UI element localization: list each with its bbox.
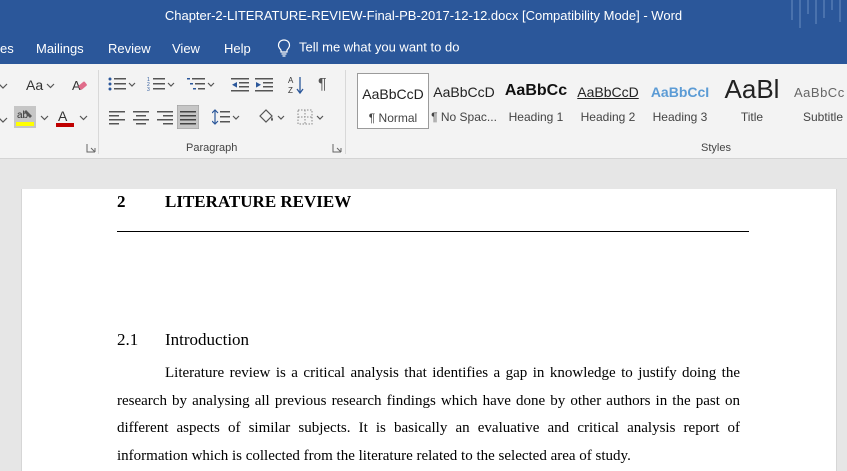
style-normal[interactable]: AaBbCcD ¶ Normal <box>357 73 429 129</box>
line-spacing-button[interactable] <box>211 109 240 130</box>
chevron-down-icon <box>277 115 285 120</box>
ribbon-tabs: es Mailings Review View Help Tell me wha… <box>0 34 847 64</box>
style-sample: AaBbCcD <box>362 86 424 102</box>
style-name: ¶ No Spac... <box>431 110 497 124</box>
tab-help[interactable]: Help <box>224 41 251 56</box>
font-color-icon: A <box>56 108 74 127</box>
heading-1-number: 2 <box>117 192 126 211</box>
svg-text:A: A <box>58 108 68 124</box>
style-name: ¶ Normal <box>368 111 418 125</box>
style-sample: AaBbCcI <box>650 84 710 100</box>
align-center-icon[interactable] <box>133 111 149 125</box>
style-name: Subtitle <box>803 110 844 124</box>
tab-mailings[interactable]: Mailings <box>36 41 84 56</box>
multilevel-list-button[interactable] <box>187 76 215 97</box>
heading-1-text: LITERATURE REVIEW <box>165 192 352 211</box>
show-formatting-marks-icon[interactable]: ¶ <box>318 76 327 94</box>
tell-me-search[interactable]: Tell me what you want to do <box>277 39 459 57</box>
heading-divider <box>117 231 749 232</box>
style-heading-1[interactable]: AaBbCc Heading 1 <box>501 72 571 132</box>
highlight-color-button[interactable]: ab <box>14 106 49 133</box>
heading-2-number: 2.1 <box>117 330 139 349</box>
svg-text:3: 3 <box>147 87 150 92</box>
tab-references-truncated[interactable]: es <box>0 41 14 56</box>
window-title: Chapter-2-LITERATURE-REVIEW-Final-PB-201… <box>164 8 683 23</box>
styles-group-label: Styles <box>701 142 731 154</box>
group-separator <box>345 70 346 154</box>
paragraph-group-label: Paragraph <box>186 142 238 154</box>
chevron-down-icon <box>316 115 324 120</box>
chevron-down-icon <box>128 82 136 87</box>
clear-formatting-icon[interactable]: A <box>71 77 89 95</box>
bullets-button[interactable] <box>108 76 136 97</box>
numbering-button[interactable]: 1 2 3 <box>147 76 175 97</box>
bullets-icon <box>108 77 126 91</box>
style-sample: AaBbCcD <box>433 84 495 100</box>
style-no-spacing[interactable]: AaBbCcD ¶ No Spac... <box>429 72 499 132</box>
chevron-down-icon <box>167 82 175 87</box>
style-sample: AaBbCc <box>504 82 568 99</box>
justify-icon[interactable] <box>177 105 199 129</box>
chevron-down-icon <box>40 115 49 121</box>
align-left-icon[interactable] <box>109 111 125 125</box>
paragraph-dialog-launcher-icon[interactable] <box>332 143 342 153</box>
borders-icon <box>297 109 313 125</box>
tab-review[interactable]: Review <box>108 41 151 56</box>
ribbon: Aa A ab A 1 2 3 A Z ¶ Paragraph AaBbCcD … <box>0 64 847 159</box>
font-size-dropdown-icon[interactable] <box>0 80 8 92</box>
highlighter-icon: ab <box>14 106 36 128</box>
shading-button[interactable] <box>257 108 285 131</box>
style-subtitle[interactable]: AaBbCc Subtitle <box>789 72 847 132</box>
style-name: Heading 1 <box>508 110 564 124</box>
style-heading-3[interactable]: AaBbCcI Heading 3 <box>645 72 715 132</box>
change-case-label: Aa <box>26 77 44 93</box>
lightbulb-icon <box>277 39 291 57</box>
chevron-down-icon <box>79 115 88 121</box>
chevron-down-icon <box>207 82 215 87</box>
style-name: Heading 2 <box>580 110 636 124</box>
heading-2-text: Introduction <box>165 330 250 349</box>
title-bar: Chapter-2-LITERATURE-REVIEW-Final-PB-201… <box>0 0 847 34</box>
style-name: Heading 3 <box>652 110 708 124</box>
decrease-indent-icon[interactable] <box>231 77 249 93</box>
tab-view[interactable]: View <box>172 41 200 56</box>
font-dialog-launcher-icon[interactable] <box>86 143 96 153</box>
font-color-button[interactable]: A <box>55 108 88 133</box>
styles-gallery: AaBbCcD ¶ Normal AaBbCcD ¶ No Spac... Aa… <box>355 72 847 134</box>
tell-me-label: Tell me what you want to do <box>299 39 460 55</box>
style-sample: AaBl <box>724 74 780 104</box>
multilevel-list-icon <box>187 78 205 90</box>
line-spacing-icon <box>211 109 230 125</box>
body-paragraph: Literature review is a critical analysis… <box>117 365 740 464</box>
chevron-down-icon <box>232 115 240 120</box>
chevron-down-icon <box>46 83 55 89</box>
change-case-button[interactable]: Aa <box>26 77 55 93</box>
style-sample: AaBbCcD <box>577 84 639 100</box>
paint-bucket-icon <box>259 109 273 123</box>
group-separator <box>98 70 99 154</box>
font-dropdown-icon[interactable] <box>0 114 8 126</box>
borders-button[interactable] <box>297 109 324 130</box>
style-name: Title <box>740 110 764 124</box>
numbering-icon: 1 2 3 <box>147 77 165 93</box>
style-title[interactable]: AaBl Title <box>717 72 787 132</box>
svg-text:A: A <box>288 76 294 85</box>
align-right-icon[interactable] <box>157 111 173 125</box>
document-page[interactable]: 2 LITERATURE REVIEW 2.1 Introduction Lit… <box>21 189 837 471</box>
increase-indent-icon[interactable] <box>255 77 273 93</box>
svg-text:Z: Z <box>288 86 293 95</box>
decorative-pattern-icon <box>791 0 841 28</box>
style-sample: AaBbCc <box>794 85 845 100</box>
style-heading-2[interactable]: AaBbCcD Heading 2 <box>573 72 643 132</box>
sort-icon[interactable]: A Z <box>288 75 304 95</box>
